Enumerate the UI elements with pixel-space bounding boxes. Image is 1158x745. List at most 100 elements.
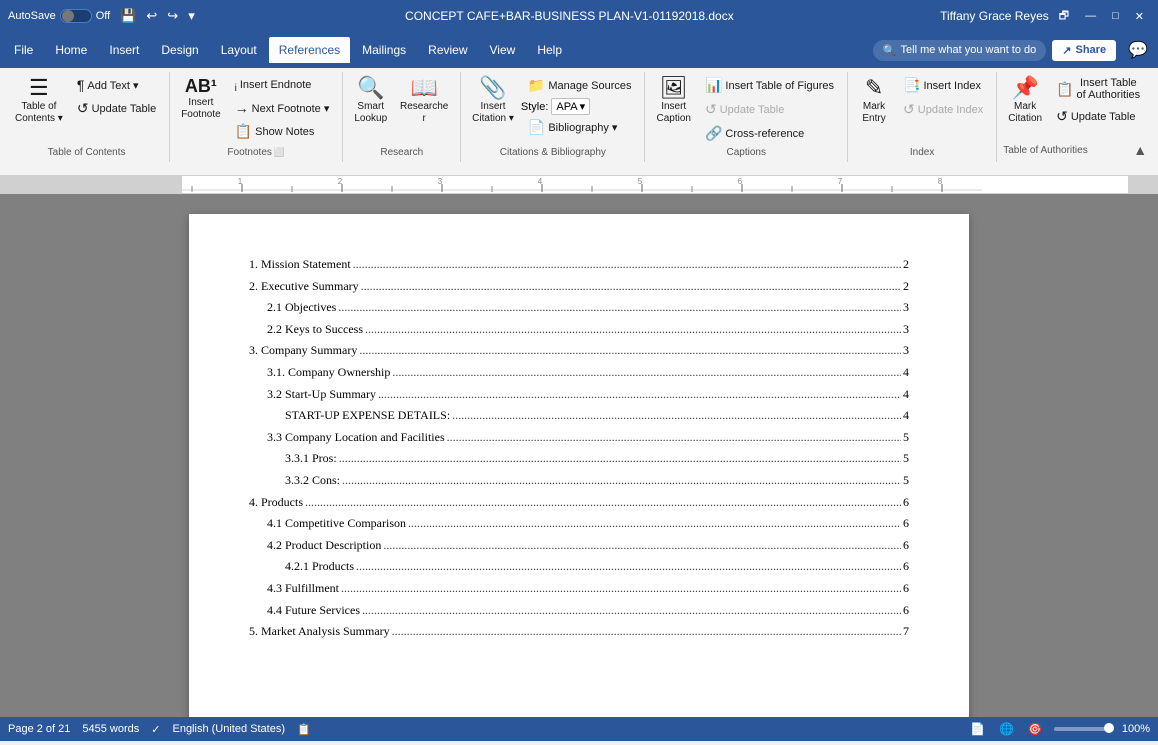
- style-select[interactable]: APA ▾: [551, 98, 590, 115]
- insert-table-authorities-button[interactable]: 📋 Insert Tableof Authorities: [1049, 74, 1147, 104]
- menu-references[interactable]: References: [269, 37, 350, 63]
- show-notes-icon: 📋: [235, 123, 252, 140]
- autosave-toggle[interactable]: [60, 9, 92, 23]
- insert-table-of-figures-button[interactable]: 📊 Insert Table of Figures: [698, 74, 841, 97]
- researcher-button[interactable]: 📖 Researcher: [394, 74, 454, 128]
- table-of-contents-content: 1. Mission Statement ...................…: [249, 254, 909, 643]
- cross-reference-button[interactable]: 🔗 Cross-reference: [698, 122, 841, 145]
- insert-endnote-button[interactable]: ᵢ Insert Endnote: [228, 74, 337, 96]
- autosave-knob: [62, 10, 74, 22]
- menu-home[interactable]: Home: [45, 37, 97, 63]
- menu-view[interactable]: View: [480, 37, 526, 63]
- menu-design[interactable]: Design: [151, 37, 208, 63]
- toc-dots: ........................................…: [376, 384, 901, 406]
- update-captions-icon: ↺: [705, 101, 717, 118]
- update-table-button[interactable]: ↺ Update Table: [70, 97, 163, 120]
- group-research: 🔍 SmartLookup 📖 Researcher Research: [343, 72, 461, 162]
- insert-caption-button[interactable]: 🖼 InsertCaption: [651, 74, 695, 128]
- document-area[interactable]: 1. Mission Statement ...................…: [0, 194, 1158, 717]
- group-table-authorities: 📌 MarkCitation 📋 Insert Tableof Authorit…: [997, 72, 1153, 162]
- customize-qa-button[interactable]: ▾: [184, 6, 199, 26]
- menu-review[interactable]: Review: [418, 37, 477, 63]
- save-button[interactable]: 💾: [116, 6, 140, 26]
- mark-entry-icon: ✎: [865, 77, 883, 99]
- toc-page: 7: [901, 621, 909, 643]
- svg-text:7: 7: [838, 177, 843, 186]
- svg-text:5: 5: [638, 177, 643, 186]
- zoom-slider[interactable]: [1054, 727, 1114, 731]
- svg-text:3: 3: [438, 177, 443, 186]
- style-label: Style:: [521, 101, 549, 113]
- toc-dots: ........................................…: [381, 535, 901, 557]
- ribbon-groups: ☰ Table ofContents ▾ ¶ Add Text ▾ ↺ Upda…: [0, 72, 1158, 162]
- mark-entry-button[interactable]: ✎ MarkEntry: [854, 74, 894, 128]
- menu-mailings[interactable]: Mailings: [352, 37, 416, 63]
- menu-layout[interactable]: Layout: [211, 37, 267, 63]
- footnotes-expand-icon[interactable]: ⬜: [274, 147, 285, 158]
- group-index: ✎ MarkEntry 📑 Insert Index ↺ Update Inde…: [848, 72, 997, 162]
- quick-access-toolbar: 💾 ↩ ↪ ▾: [116, 6, 199, 26]
- toc-dots: ........................................…: [340, 470, 901, 492]
- toc-page: 6: [901, 556, 909, 578]
- web-layout-button[interactable]: 🌐: [996, 720, 1017, 738]
- toc-dots: ........................................…: [445, 427, 901, 449]
- table-of-contents-button[interactable]: ☰ Table ofContents ▾: [10, 74, 68, 128]
- group-label-captions: Captions: [651, 145, 841, 160]
- bibliography-button[interactable]: 📄 Bibliography ▾: [521, 116, 639, 139]
- update-auth-icon: ↺: [1056, 108, 1068, 125]
- undo-button[interactable]: ↩: [142, 6, 161, 26]
- manage-sources-button[interactable]: 📁 Manage Sources: [521, 74, 639, 97]
- show-notes-button[interactable]: 📋 Show Notes: [228, 120, 337, 143]
- svg-text:2: 2: [338, 177, 343, 186]
- mark-citation-button[interactable]: 📌 MarkCitation: [1003, 74, 1047, 128]
- group-label-citations: Citations & Bibliography: [467, 145, 638, 160]
- insert-index-button[interactable]: 📑 Insert Index: [896, 74, 990, 97]
- toc-dots: ........................................…: [390, 362, 901, 384]
- autosave-control[interactable]: AutoSave Off: [8, 9, 110, 23]
- insert-footnote-button[interactable]: AB¹ InsertFootnote: [176, 74, 225, 124]
- toc-dots: ........................................…: [390, 621, 901, 643]
- menu-help[interactable]: Help: [527, 37, 572, 63]
- group-authorities-content: 📌 MarkCitation 📋 Insert Tableof Authorit…: [1003, 72, 1147, 140]
- menu-insert[interactable]: Insert: [99, 37, 149, 63]
- toc-dots: ........................................…: [339, 578, 901, 600]
- add-text-button[interactable]: ¶ Add Text ▾: [70, 74, 163, 96]
- restore-window-button[interactable]: 🗗: [1053, 5, 1075, 28]
- page-info: Page 2 of 21: [8, 723, 70, 735]
- captions-stack: 📊 Insert Table of Figures ↺ Update Table…: [698, 74, 841, 145]
- insert-index-icon: 📑: [903, 77, 920, 94]
- update-index-button: ↺ Update Index: [896, 98, 990, 121]
- smart-lookup-button[interactable]: 🔍 SmartLookup: [349, 74, 392, 128]
- maximize-button[interactable]: □: [1106, 8, 1125, 24]
- comments-button[interactable]: 💬: [1122, 38, 1154, 62]
- group-citations: 📎 InsertCitation ▾ 📁 Manage Sources Styl…: [461, 72, 645, 162]
- tell-me-input[interactable]: 🔍 Tell me what you want to do: [873, 40, 1046, 61]
- add-text-icon: ¶: [77, 77, 85, 93]
- print-layout-button[interactable]: 📄: [967, 720, 988, 738]
- redo-button[interactable]: ↪: [163, 6, 182, 26]
- minimize-button[interactable]: —: [1079, 8, 1102, 24]
- toc-dots: ........................................…: [450, 405, 901, 427]
- menu-file[interactable]: File: [4, 37, 43, 63]
- focus-mode-button[interactable]: 🎯: [1025, 720, 1046, 738]
- toc-text: 4.1 Competitive Comparison: [267, 513, 406, 535]
- group-toc-content: ☰ Table ofContents ▾ ¶ Add Text ▾ ↺ Upda…: [10, 72, 163, 145]
- document-title: CONCEPT CAFE+BAR-BUSINESS PLAN-V1-011920…: [199, 9, 940, 23]
- update-table-authorities-button[interactable]: ↺ Update Table: [1049, 105, 1147, 128]
- mark-citation-icon: 📌: [1011, 77, 1038, 99]
- toc-page: 5: [901, 448, 909, 470]
- share-button[interactable]: ↗ Share: [1052, 40, 1116, 61]
- toc-dots: ........................................…: [359, 276, 901, 298]
- next-footnote-button[interactable]: → Next Footnote ▾: [228, 97, 337, 119]
- toc-text: 4. Products: [249, 492, 303, 514]
- autosave-label: AutoSave: [8, 10, 56, 22]
- title-bar-right: Tiffany Grace Reyes 🗗 — □ ✕: [940, 5, 1150, 28]
- toc-text: 3.2 Start-Up Summary: [267, 384, 376, 406]
- toc-text: 2.1 Objectives: [267, 297, 336, 319]
- insert-citation-button[interactable]: 📎 InsertCitation ▾: [467, 74, 519, 128]
- close-button[interactable]: ✕: [1129, 8, 1150, 25]
- toc-page: 5: [901, 427, 909, 449]
- toc-page: 3: [901, 340, 909, 362]
- authorities-collapse-icon[interactable]: ▲: [1133, 142, 1147, 158]
- proofing-icon: ✓: [151, 723, 160, 736]
